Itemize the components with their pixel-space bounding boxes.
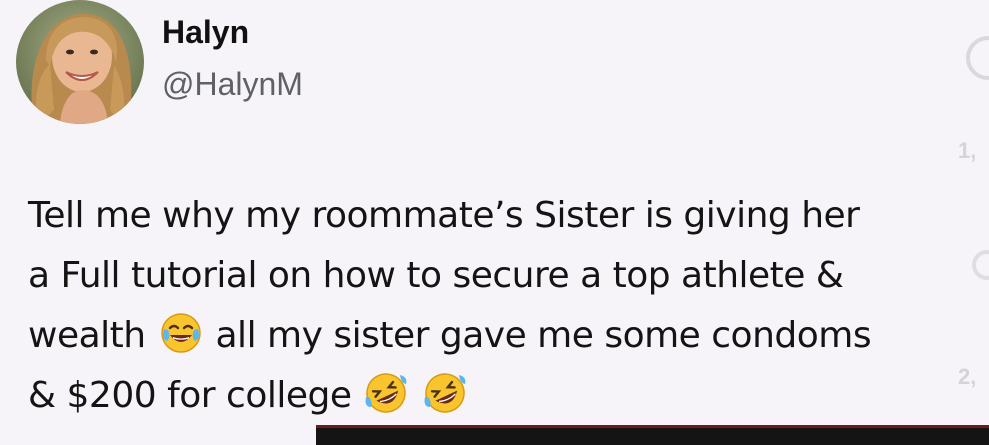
tweet-line-text: & $200 for college [28,375,352,416]
rolling-on-the-floor-laughing-icon [423,371,467,415]
tweet-card: Halyn @HalynM Tell me why my roommate’s … [0,0,989,445]
tweet-line: wealth all my sister gave me some condom… [28,306,988,366]
tweet-line: a Full tutorial on how to secure a top a… [28,255,844,296]
tweet-line-text: all my sister gave me some condoms [215,315,872,356]
tweet-line: & $200 for college [28,366,988,426]
like-count: 1, [958,138,977,163]
comment-count: 2, [958,364,977,389]
tweet-text: Tell me why my roommate’s Sister is givi… [28,186,988,426]
video-overlay-bar [316,425,989,445]
avatar-photo-icon [16,0,144,124]
tweet-line: Tell me why my roommate’s Sister is givi… [28,195,860,236]
tweet-line-text: wealth [28,315,146,356]
author-display-name[interactable]: Halyn [162,12,249,52]
author-avatar[interactable] [16,0,144,124]
like-icon[interactable] [966,36,989,80]
face-with-tears-of-joy-icon [159,311,203,355]
author-handle[interactable]: @HalynM [162,64,303,104]
rolling-on-the-floor-laughing-icon [364,371,408,415]
